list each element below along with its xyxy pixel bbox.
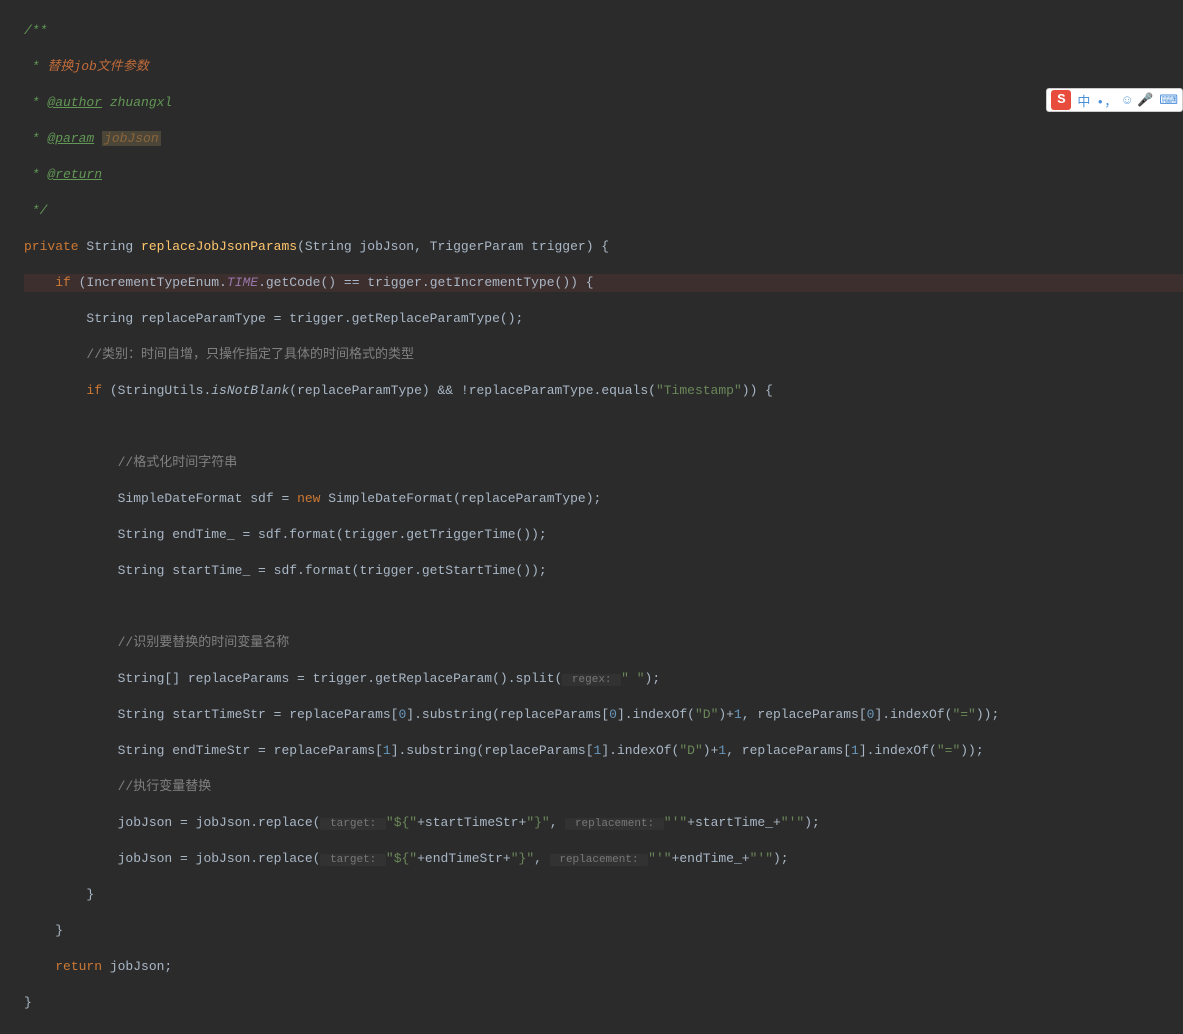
method-name: replaceJobJsonParams <box>141 239 297 254</box>
keyword-return: return <box>55 959 110 974</box>
param-hint-replacement: replacement: <box>565 818 663 830</box>
comment: //类别：时间自增，只操作指定了具体的时间格式的类型 <box>86 347 414 362</box>
ime-lang-button[interactable]: 中 <box>1077 91 1090 110</box>
keyword-new: new <box>297 491 328 506</box>
keyword-private: private <box>24 239 86 254</box>
javadoc-start: /** <box>24 23 47 38</box>
param-name: jobJson <box>102 131 161 146</box>
param-hint-regex: regex: <box>562 674 621 686</box>
enum-time: TIME <box>227 275 258 290</box>
ime-logo-icon[interactable]: S <box>1051 90 1071 110</box>
param-tag: @param <box>47 131 94 146</box>
code-editor[interactable]: /** * 替换job文件参数 * @author zhuangxl * @pa… <box>0 0 1183 1034</box>
author-tag: @author <box>47 95 102 110</box>
keyword-if: if <box>55 275 78 290</box>
param-hint-target: target: <box>320 818 385 830</box>
javadoc-star: * <box>24 59 47 74</box>
ime-punct-button[interactable]: •， <box>1096 91 1117 110</box>
ime-mic-button[interactable]: 🎤 <box>1137 93 1153 108</box>
javadoc-desc: 替换job文件参数 <box>47 59 148 74</box>
ime-keyboard-button[interactable]: ⌨ <box>1159 93 1178 108</box>
ime-toolbar[interactable]: S 中 •， ☺ 🎤 ⌨ <box>1046 88 1183 112</box>
javadoc-end: */ <box>24 203 47 218</box>
static-method: isNotBlank <box>211 383 289 398</box>
return-tag: @return <box>47 167 102 182</box>
ime-emoji-button[interactable]: ☺ <box>1123 93 1131 108</box>
